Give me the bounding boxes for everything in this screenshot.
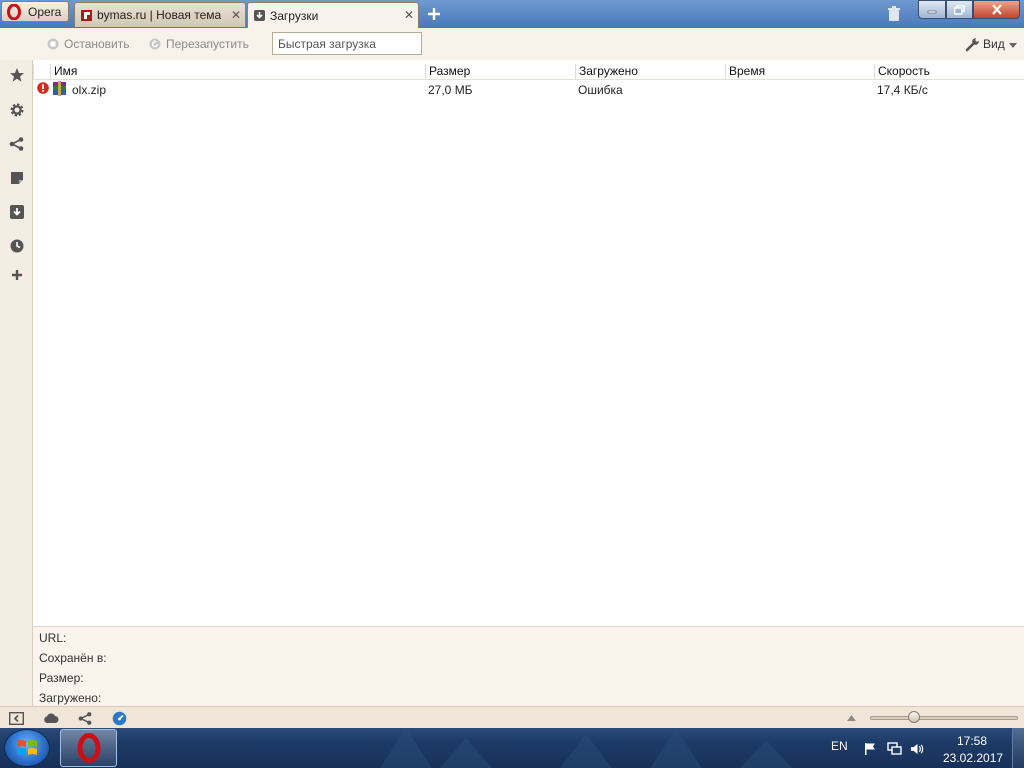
bymas-favicon-icon [80, 9, 93, 22]
language-indicator[interactable]: EN [831, 739, 848, 753]
title-bar: Opera bymas.ru | Новая тема ✕ Загрузки ✕ [0, 0, 1024, 29]
table-row[interactable]: olx.zip 27,0 МБ Ошибка 17,4 КБ/с [33, 80, 1024, 98]
downloads-favicon-icon [253, 9, 266, 22]
wrench-icon [964, 36, 980, 52]
tab-close-icon[interactable]: ✕ [231, 8, 241, 22]
volume-icon[interactable] [910, 741, 925, 756]
bookmarks-star-icon[interactable] [8, 66, 25, 83]
download-speed: 17,4 КБ/с [877, 83, 928, 97]
clock-time[interactable]: 17:58 [957, 734, 987, 748]
show-desktop-button[interactable] [1012, 728, 1024, 768]
wallpaper-tree [560, 734, 612, 768]
list-header: Имя Размер Загружено Время Скорость [33, 62, 1024, 80]
restart-label: Перезапустить [166, 37, 249, 51]
stop-button[interactable]: Остановить [47, 37, 130, 51]
restore-icon [954, 4, 965, 15]
side-panel [0, 60, 33, 708]
tab-title: bymas.ru | Новая тема [97, 8, 222, 22]
restart-button[interactable]: Перезапустить [149, 37, 249, 51]
stop-label: Остановить [64, 37, 130, 51]
download-details: URL: Сохранён в: Размер: Загружено: [33, 626, 1024, 707]
restart-icon [149, 38, 161, 50]
toggle-panel-icon[interactable] [8, 710, 24, 726]
taskbar-opera-button[interactable] [60, 729, 117, 767]
column-header-speed[interactable]: Скорость [874, 64, 1024, 79]
windows-taskbar: EN 17:58 23.02.2017 [0, 728, 1024, 768]
view-menu-button[interactable]: Вид [964, 36, 1017, 52]
downloads-list: Имя Размер Загружено Время Скорость olx.… [33, 60, 1024, 626]
file-name: olx.zip [72, 83, 107, 97]
column-header-loaded[interactable]: Загружено [575, 64, 726, 79]
opera-logo-icon [6, 3, 22, 20]
downloads-icon[interactable] [8, 203, 25, 220]
start-button[interactable] [4, 729, 50, 767]
minimize-icon [927, 10, 937, 13]
action-center-flag-icon[interactable] [862, 741, 877, 756]
tab-title: Загрузки [270, 8, 319, 23]
windows-logo-icon [17, 740, 37, 755]
details-loaded-label: Загружено: [39, 691, 102, 705]
notes-icon[interactable] [8, 169, 25, 186]
chevron-down-icon [1008, 37, 1017, 51]
history-clock-icon[interactable] [8, 237, 25, 254]
status-bar [0, 706, 1024, 729]
details-size-label: Размер: [39, 671, 84, 685]
details-saved-label: Сохранён в: [39, 651, 107, 665]
opera-link-cloud-icon[interactable] [43, 710, 59, 726]
unite-share-icon[interactable] [8, 135, 25, 152]
download-status: Ошибка [578, 83, 623, 97]
column-header-status[interactable] [33, 64, 51, 79]
closed-tabs-button[interactable] [885, 5, 903, 23]
add-panel-plus-icon[interactable] [8, 266, 25, 283]
error-icon [37, 82, 49, 94]
settings-gear-icon[interactable] [8, 101, 25, 118]
view-label: Вид [983, 37, 1005, 51]
new-tab-button[interactable] [425, 5, 443, 23]
column-header-time[interactable]: Время [725, 64, 875, 79]
zoom-slider[interactable] [870, 716, 1018, 720]
minimize-button[interactable] [918, 0, 946, 19]
tab-bymas[interactable]: bymas.ru | Новая тема ✕ [74, 2, 246, 27]
column-header-name[interactable]: Имя [50, 64, 426, 79]
quick-download-input[interactable] [272, 32, 422, 55]
zoom-popup-icon[interactable] [843, 710, 859, 726]
stop-icon [47, 38, 59, 50]
unite-icon[interactable] [77, 710, 93, 726]
opera-logo-icon [77, 733, 100, 763]
column-header-size[interactable]: Размер [425, 64, 576, 79]
downloads-toolbar: Остановить Перезапустить Вид [0, 28, 1024, 61]
wallpaper-tree [650, 728, 702, 768]
tab-close-icon[interactable]: ✕ [404, 8, 414, 22]
opera-menu-label: Opera [28, 4, 62, 19]
turbo-speedometer-icon[interactable] [111, 710, 127, 726]
trash-icon [888, 6, 900, 21]
tab-downloads[interactable]: Загрузки ✕ [247, 2, 419, 28]
restore-button[interactable] [946, 0, 973, 19]
network-icon[interactable] [887, 741, 902, 756]
opera-menu-button[interactable]: Opera [1, 1, 69, 22]
wallpaper-tree [440, 738, 492, 768]
close-window-button[interactable] [973, 0, 1020, 19]
plus-icon [428, 8, 440, 20]
details-url-label: URL: [39, 631, 67, 645]
zoom-slider-thumb[interactable] [908, 711, 921, 723]
clock-date[interactable]: 23.02.2017 [943, 751, 1003, 765]
close-icon [991, 4, 1002, 15]
wallpaper-tree [380, 728, 432, 768]
wallpaper-tree [740, 740, 792, 768]
file-size: 27,0 МБ [428, 83, 473, 97]
archive-file-icon [53, 81, 66, 96]
